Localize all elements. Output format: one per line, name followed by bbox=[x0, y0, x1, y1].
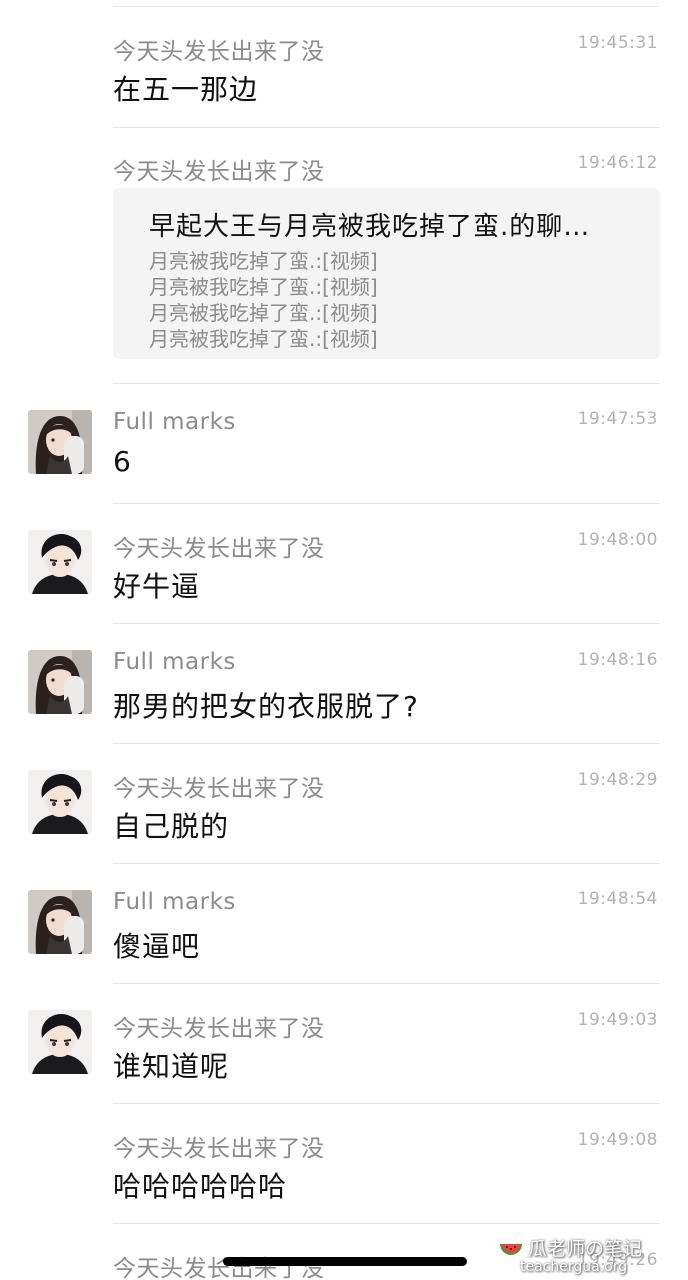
watermark-text: 瓜老师の笔记 bbox=[528, 1238, 643, 1260]
timestamp: 19:48:29 bbox=[577, 770, 658, 790]
sender-name: 今天头发长出来了没 bbox=[113, 159, 325, 185]
timestamp: 19:48:16 bbox=[577, 650, 658, 670]
forwarded-chat-line: 月亮被我吃掉了蛮.:[视频] bbox=[149, 301, 378, 325]
message-item[interactable]: 今天头发长出来了没 19:49:03 谁知道呢 bbox=[0, 983, 688, 1104]
message-text: 谁知道呢 bbox=[113, 1050, 230, 1083]
boy-avatar[interactable] bbox=[28, 770, 92, 834]
sender-name: Full marks bbox=[113, 889, 236, 915]
sender-name: Full marks bbox=[113, 649, 236, 675]
girl-avatar[interactable] bbox=[28, 890, 92, 954]
message-item[interactable]: Full marks 19:48:54 傻逼吧 bbox=[0, 863, 688, 984]
chat-history-screen: 今天头发长出来了没 19:45:31 在五一那边 今天头发长出来了没 19:46… bbox=[0, 0, 688, 1280]
forwarded-chat-line: 月亮被我吃掉了蛮.:[视频] bbox=[149, 327, 378, 351]
timestamp: 19:48:54 bbox=[577, 889, 658, 909]
forwarded-chat-line: 月亮被我吃掉了蛮.:[视频] bbox=[149, 275, 378, 299]
boy-avatar[interactable] bbox=[28, 1010, 92, 1074]
timestamp: 19:45:31 bbox=[577, 33, 658, 53]
forwarded-chat-card[interactable]: 早起大王与月亮被我吃掉了蛮.的聊… 月亮被我吃掉了蛮.:[视频] 月亮被我吃掉了… bbox=[113, 188, 660, 359]
girl-avatar[interactable] bbox=[28, 410, 92, 474]
message-text: 自己脱的 bbox=[113, 810, 230, 843]
message-text: 哈哈哈哈哈哈 bbox=[113, 1170, 288, 1203]
home-indicator[interactable] bbox=[223, 1257, 467, 1266]
message-text: 在五一那边 bbox=[113, 73, 259, 106]
message-item[interactable]: Full marks 19:47:53 6 bbox=[0, 383, 688, 504]
sender-name: Full marks bbox=[113, 409, 236, 435]
message-text: 傻逼吧 bbox=[113, 930, 201, 963]
message-item[interactable]: Full marks 19:48:16 那男的把女的衣服脱了? bbox=[0, 623, 688, 744]
boy-avatar[interactable] bbox=[28, 530, 92, 594]
message-text: 那男的把女的衣服脱了? bbox=[113, 690, 419, 723]
sender-name: 今天头发长出来了没 bbox=[113, 39, 325, 65]
timestamp: 19:48:00 bbox=[577, 530, 658, 550]
watermark-url: teachergua.org bbox=[520, 1259, 628, 1275]
message-text: 好牛逼 bbox=[113, 570, 201, 603]
message-item[interactable]: 今天头发长出来了没 19:48:00 好牛逼 bbox=[0, 503, 688, 624]
forwarded-chat-title: 早起大王与月亮被我吃掉了蛮.的聊… bbox=[149, 212, 591, 242]
sender-name: 今天头发长出来了没 bbox=[113, 1016, 325, 1042]
sender-name: 今天头发长出来了没 bbox=[113, 776, 325, 802]
message-item[interactable]: 今天头发长出来了没 19:49:08 哈哈哈哈哈哈 bbox=[0, 1103, 688, 1224]
message-item[interactable]: 今天头发长出来了没 19:48:29 自己脱的 bbox=[0, 743, 688, 864]
message-item[interactable]: 今天头发长出来了没 19:45:31 在五一那边 bbox=[0, 6, 688, 128]
sender-name: 今天头发长出来了没 bbox=[113, 536, 325, 562]
forwarded-chat-line: 月亮被我吃掉了蛮.:[视频] bbox=[149, 249, 378, 273]
timestamp: 19:49:03 bbox=[577, 1010, 658, 1030]
sender-name: 今天头发长出来了没 bbox=[113, 1136, 325, 1162]
timestamp: 19:46:12 bbox=[577, 153, 658, 173]
timestamp: 19:49:08 bbox=[577, 1130, 658, 1150]
timestamp: 19:47:53 bbox=[577, 409, 658, 429]
girl-avatar[interactable] bbox=[28, 650, 92, 714]
message-text: 6 bbox=[113, 445, 132, 478]
message-item[interactable]: 今天头发长出来了没 19:46:12 早起大王与月亮被我吃掉了蛮.的聊… 月亮被… bbox=[0, 127, 688, 384]
watermark: 瓜老师の笔记 teachergua.org bbox=[498, 1232, 668, 1278]
